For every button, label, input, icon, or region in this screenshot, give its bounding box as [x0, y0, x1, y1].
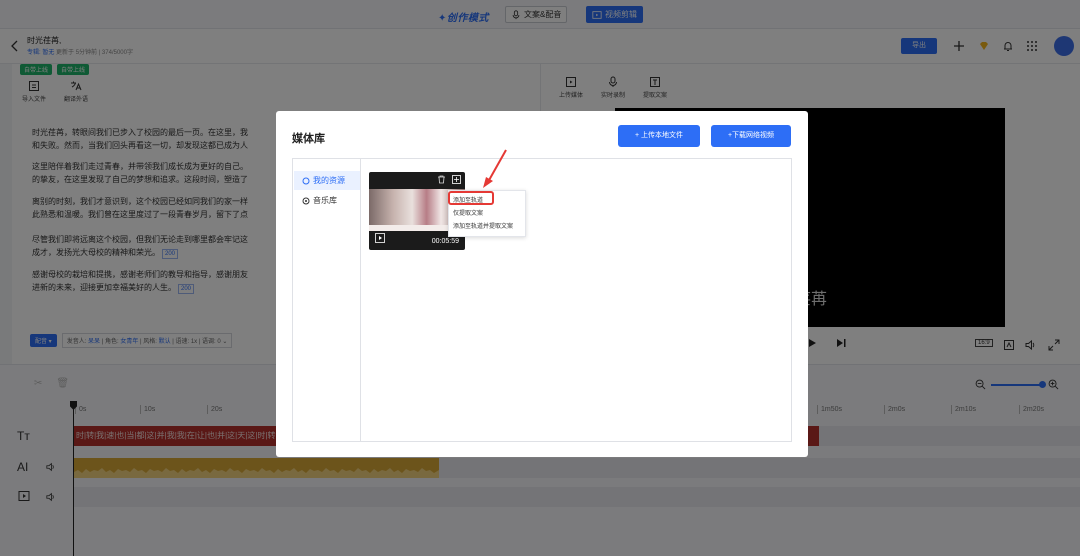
library-sidebar: 我的资源 音乐库: [293, 159, 361, 441]
add-to-track-icon[interactable]: [452, 175, 461, 184]
media-library-modal: 媒体库 + 上传本地文件 +下载网络视频 我的资源 音乐库 00:05:59: [276, 111, 808, 457]
music-icon: [302, 197, 310, 204]
upload-local-button[interactable]: + 上传本地文件: [618, 125, 700, 147]
download-net-video-button[interactable]: +下载网络视频: [711, 125, 791, 147]
highlight-box: [448, 191, 494, 205]
cloud-icon: [302, 177, 310, 184]
modal-body: 我的资源 音乐库: [292, 158, 792, 442]
card-actions: [437, 175, 461, 184]
video-type-icon: [375, 233, 385, 245]
modal-title: 媒体库: [292, 133, 325, 145]
trash-icon[interactable]: [437, 175, 446, 184]
menu-item-extract-text-only[interactable]: 仅提取文案: [453, 208, 483, 217]
sidebar-item-my-resources[interactable]: 我的资源: [294, 171, 360, 190]
media-duration: 00:05:59: [431, 238, 459, 245]
menu-item-add-and-extract[interactable]: 添加至轨道并提取文案: [453, 221, 513, 230]
sidebar-item-label: 音乐库: [313, 196, 337, 205]
sidebar-item-label: 我的资源: [313, 176, 345, 185]
sidebar-item-music-library[interactable]: 音乐库: [294, 191, 360, 210]
pointer-arrow-annotation: [483, 149, 507, 188]
